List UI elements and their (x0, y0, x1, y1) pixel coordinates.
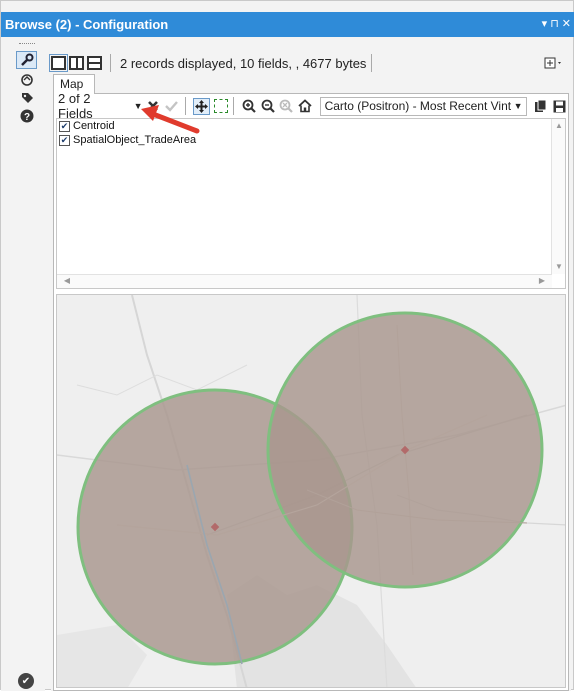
field-row-centroid[interactable]: ✔ Centroid (57, 119, 565, 133)
map-toolbar: 2 of 2 Fields ▼ Carto (Positron) - Most … (54, 91, 568, 121)
check-circle-icon[interactable]: ✔ (18, 673, 34, 689)
left-rail: ? ✔ (1, 37, 45, 691)
split-horizontal-icon[interactable] (87, 56, 102, 70)
horizontal-scrollbar[interactable]: ◀ ▶ (57, 274, 552, 288)
pan-icon[interactable] (192, 97, 210, 115)
checkbox-tradearea[interactable]: ✔ (59, 134, 70, 146)
scroll-left-icon[interactable]: ◀ (61, 276, 73, 288)
separator (184, 97, 186, 115)
chevron-down-icon: ▼ (133, 101, 143, 111)
options-menu-icon[interactable] (543, 55, 565, 71)
separator (232, 97, 234, 115)
field-label: SpatialObject_TradeArea (73, 134, 197, 146)
field-label: Centroid (73, 120, 115, 132)
map-canvas[interactable] (57, 295, 566, 688)
browse-toolbar: 2 records displayed, 10 fields, , 4677 b… (49, 52, 571, 74)
wrench-icon[interactable] (16, 51, 37, 69)
dropdown-icon[interactable]: ▾ (542, 12, 548, 37)
separator (110, 54, 111, 72)
zoom-in-icon[interactable] (241, 98, 258, 115)
checkbox-centroid[interactable]: ✔ (59, 120, 70, 132)
save-icon[interactable] (551, 98, 568, 115)
select-rectangle-icon[interactable] (213, 99, 228, 113)
fields-dropdown-label: 2 of 2 Fields (58, 91, 93, 121)
home-icon[interactable] (297, 98, 314, 115)
apply-check-icon[interactable] (163, 98, 180, 115)
zoom-out-icon[interactable] (259, 98, 276, 115)
split-vertical-icon[interactable] (69, 56, 84, 70)
content-area: 2 records displayed, 10 fields, , 4677 b… (49, 37, 571, 691)
title-controls: ▾ ⊓ ✕ (542, 12, 571, 37)
help-icon[interactable]: ? (16, 107, 37, 125)
cycle-icon[interactable] (16, 71, 37, 89)
zoom-extent-icon[interactable] (278, 98, 295, 115)
vertical-scrollbar[interactable]: ▲ ▼ (551, 119, 565, 274)
fields-dropdown[interactable]: 2 of 2 Fields ▼ (58, 91, 142, 121)
tab-map[interactable]: Map (53, 74, 95, 94)
records-summary: 2 records displayed, 10 fields, , 4677 b… (120, 55, 367, 71)
basemap-select[interactable]: Carto (Positron) - Most Recent Vint ▼ (319, 96, 527, 116)
scroll-right-icon[interactable]: ▶ (536, 276, 548, 288)
map-panel: 2 of 2 Fields ▼ Carto (Positron) - Most … (53, 91, 569, 691)
separator (371, 54, 373, 72)
title-bar: Browse (2) - Configuration ▾ ⊓ ✕ (1, 12, 574, 37)
window-title: Browse (2) - Configuration (5, 17, 169, 32)
tag-icon[interactable] (16, 89, 37, 107)
field-row-tradearea[interactable]: ✔ SpatialObject_TradeArea (57, 133, 565, 147)
basemap-select-value: Carto (Positron) - Most Recent Vint (324, 98, 512, 113)
scroll-up-icon[interactable]: ▲ (552, 121, 566, 133)
field-list: ✔ Centroid ✔ SpatialObject_TradeArea ▲ ▼… (56, 118, 566, 289)
pin-icon[interactable]: ⊓ (550, 12, 559, 37)
clear-icon[interactable] (144, 98, 161, 115)
rail-grip[interactable] (19, 43, 35, 45)
map-view[interactable] (56, 294, 566, 688)
browse-window: Browse (2) - Configuration ▾ ⊓ ✕ ? ✔ 2 r… (0, 0, 574, 691)
scroll-down-icon[interactable]: ▼ (552, 262, 566, 274)
close-icon[interactable]: ✕ (562, 12, 571, 37)
chevron-down-icon: ▼ (513, 100, 523, 111)
single-view-icon[interactable] (49, 54, 68, 72)
svg-text:?: ? (23, 112, 29, 123)
copy-icon[interactable] (533, 98, 550, 115)
